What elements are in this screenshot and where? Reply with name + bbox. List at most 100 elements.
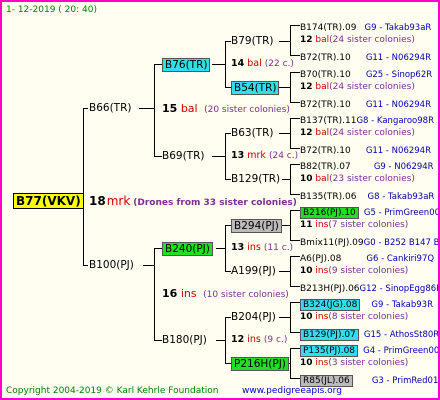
ancestor-row[interactable]: B70(TR).10 G25 - Sinop62R <box>300 66 432 81</box>
origin: G5 - PrimGreen00 <box>363 208 440 218</box>
root-drones: 18mrk (Drones from 33 sister colonies) <box>89 195 297 209</box>
connector <box>290 332 300 333</box>
queen-B66[interactable]: B66(TR) <box>89 102 131 114</box>
connector <box>290 256 300 257</box>
queen-id: B72(TR).10 <box>300 100 351 110</box>
queen-B79[interactable]: B79(TR) <box>231 35 273 47</box>
origin: G0 - B252 B147 B <box>363 238 440 248</box>
queen-id: B137(TR).11 <box>300 116 357 126</box>
connector <box>290 72 291 103</box>
ancestor-row[interactable]: Bmix11(PJ).09G0 - B252 B147 B <box>300 234 440 249</box>
drone-row: 10 ins(8 sister colonies) <box>300 311 408 323</box>
ancestor-row[interactable]: B137(TR).11G8 - Kangaroo98R <box>300 112 434 127</box>
origin: G3 - PrimRed01 <box>371 376 439 386</box>
queen-B63[interactable]: B63(TR) <box>231 127 273 139</box>
queen-id: B174(TR).09 <box>300 23 357 33</box>
mark: ins <box>315 312 329 322</box>
queen-B240[interactable]: B240(PJ) <box>162 242 213 256</box>
connector <box>290 164 300 165</box>
note: (22 c.) <box>264 59 294 69</box>
mark: bal <box>180 102 198 115</box>
queen-B180[interactable]: B180(PJ) <box>162 334 207 346</box>
queen-B69[interactable]: B69(TR) <box>162 150 204 162</box>
origin: G11 - N06294R <box>365 53 431 63</box>
queen-B54[interactable]: B54(TR) <box>231 81 280 95</box>
root-note: (Drones from 33 sister colonies) <box>133 198 297 208</box>
ancestor-row[interactable]: P135(PJ).08 G4 - PrimGreen00 <box>300 342 438 357</box>
connector <box>290 348 300 349</box>
connector <box>290 148 300 149</box>
connector <box>154 156 162 157</box>
queen-P216H[interactable]: P216H(PJ) <box>231 357 289 371</box>
root-queen[interactable]: B77(VKV) <box>13 193 84 209</box>
note: (20 sister colonies) <box>204 105 290 115</box>
connector <box>290 118 300 119</box>
ancestor-row[interactable]: B72(TR).10 G11 - N06294R <box>300 142 431 157</box>
origin: G25 - Sinop62R <box>365 70 433 80</box>
website-link[interactable]: www.pedigreeapis.org <box>242 385 342 397</box>
drones-B100: 16 ins (10 sister colonies) <box>162 288 289 301</box>
ancestor-row[interactable]: B174(TR).09 G9 - Takab93aR <box>300 19 431 34</box>
ancestor-row[interactable]: B129(PJ).07 G15 - AthosSt80R <box>300 326 440 341</box>
connector <box>154 340 162 341</box>
mark: ins <box>315 358 329 368</box>
note: (10 sister colonies) <box>203 290 289 300</box>
queen-B76[interactable]: B76(TR) <box>162 58 211 72</box>
connector <box>225 225 226 272</box>
copyright: Copyright 2004-2019 © Karl Kehrle Founda… <box>6 386 219 396</box>
connector <box>83 108 84 266</box>
ancestor-row[interactable]: B82(TR).07 G9 - N06294R <box>300 158 434 173</box>
queen-id: A6(PJ).08 <box>300 254 342 264</box>
ancestor-row[interactable]: B213H(PJ).06G12 - SinopEgg86R <box>300 280 440 295</box>
connector <box>290 72 300 73</box>
note: (9 c.) <box>263 335 288 345</box>
drone-count: 12 <box>300 128 313 138</box>
connector <box>154 64 162 65</box>
drone-count: 10 <box>300 358 313 368</box>
drone-count: 16 <box>162 287 178 300</box>
connector <box>290 256 291 287</box>
ancestor-row[interactable]: B216(PJ).10 G5 - PrimGreen00 <box>300 204 440 219</box>
ancestor-row[interactable]: B72(TR).10 G11 - N06294R <box>300 96 431 111</box>
queen-A199[interactable]: A199(PJ) <box>231 265 276 277</box>
queen-B204[interactable]: B204(PJ) <box>231 311 276 323</box>
note: (24 sister colonies) <box>329 82 415 92</box>
origin: G12 - SinopEgg86R <box>359 284 440 294</box>
note: (24 sister colonies) <box>329 35 415 45</box>
connector <box>290 164 291 195</box>
connector <box>290 378 300 379</box>
queen-B100[interactable]: B100(PJ) <box>89 259 134 271</box>
origin: G9 - N06294R <box>373 162 434 172</box>
drone-count: 10 <box>300 312 313 322</box>
queen-id: Bmix11(PJ).09 <box>300 238 364 248</box>
drone-count: 12 <box>231 334 245 345</box>
connector <box>290 210 300 211</box>
ancestor-row[interactable]: B72(TR).10 G11 - N06294R <box>300 49 431 64</box>
origin: G15 - AthosSt80R <box>363 330 440 340</box>
drone-count: 15 <box>162 102 178 115</box>
mark: ins <box>247 334 261 345</box>
mark: bal <box>315 82 330 92</box>
origin: G9 - Takab93R <box>371 300 433 310</box>
drone-count: 14 <box>231 58 245 69</box>
drones-B66: 15 bal (20 sister colonies) <box>162 103 290 116</box>
connector <box>290 118 291 149</box>
root-mark: mrk <box>106 194 131 208</box>
ancestor-row[interactable]: B135(TR).06 G8 - Takab93aR <box>300 188 434 203</box>
drones-B69: 13 mrk (24 c.) <box>231 150 298 162</box>
origin: G6 - Cankiri97Q <box>366 254 435 264</box>
mark: bal <box>315 35 330 45</box>
drones-B240: 13 ins (11 c.) <box>231 242 293 254</box>
queen-B294[interactable]: B294(PJ) <box>231 219 282 233</box>
connector <box>290 286 300 287</box>
mark: ins <box>315 220 329 230</box>
origin: G8 - Kangaroo98R <box>356 116 434 126</box>
ancestor-row[interactable]: B324(JG).08 G9 - Takab93R <box>300 296 433 311</box>
queen-id: B324(JG).08 <box>300 299 361 311</box>
drone-count: 13 <box>231 150 245 161</box>
ancestor-row[interactable]: A6(PJ).08 G6 - Cankiri97Q <box>300 250 434 265</box>
queen-id: B213H(PJ).06 <box>300 284 360 294</box>
connector <box>212 64 226 65</box>
queen-B129TR[interactable]: B129(TR) <box>231 173 280 185</box>
connector <box>290 55 300 56</box>
